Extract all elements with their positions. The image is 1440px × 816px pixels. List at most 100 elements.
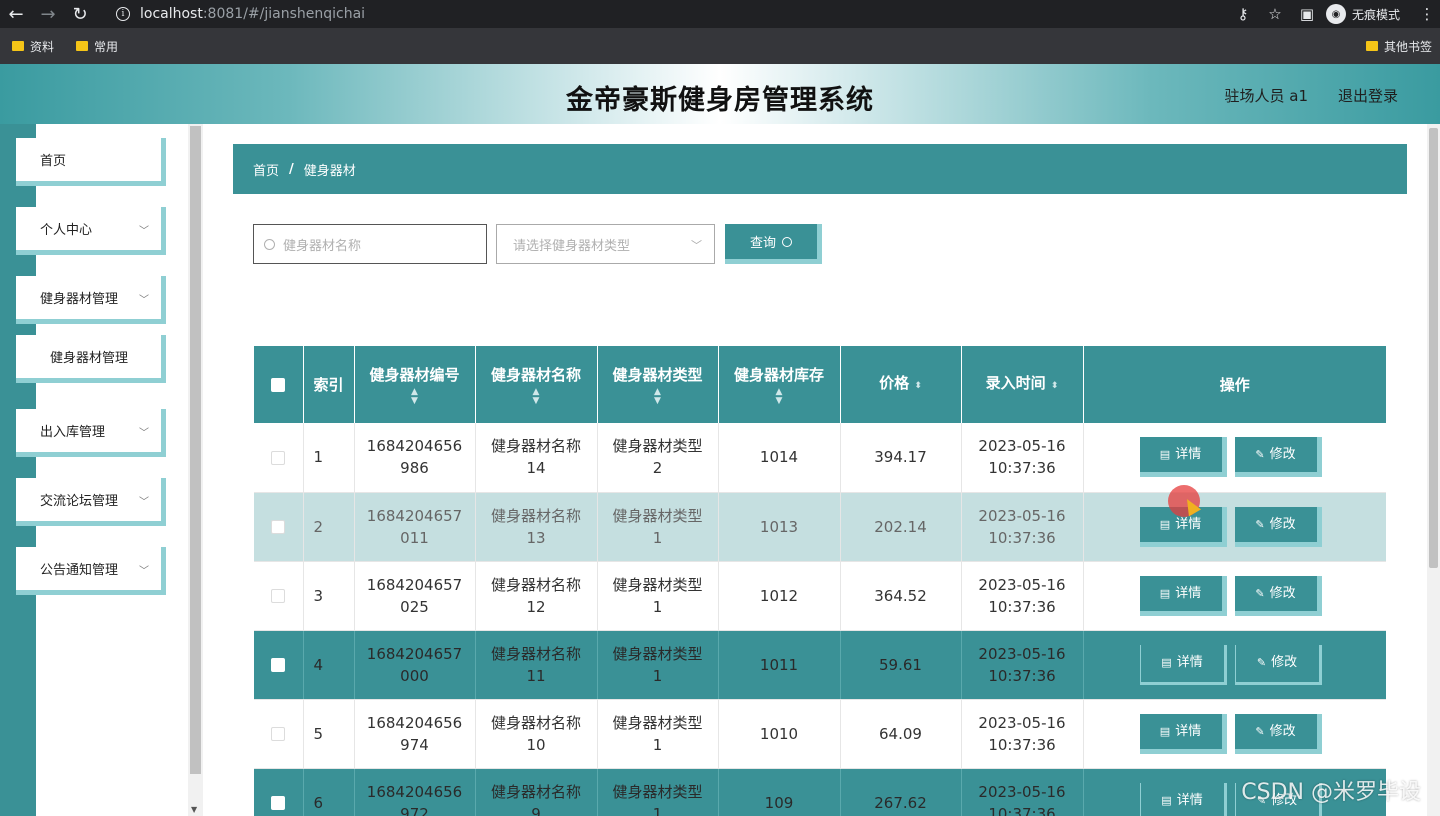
row-stock: 1013 bbox=[718, 492, 841, 562]
table-row[interactable]: 2 1684204657 011 健身器材名称 13 健身器材类型 1 1013 202.14 2… bbox=[254, 492, 1386, 562]
row-actions: ▤ 详情 ✎ 修改 bbox=[1083, 630, 1386, 700]
table-row[interactable]: 3 1684204657 025 健身器材名称 12 健身器材类型 1 1012 364.52 2… bbox=[254, 561, 1386, 631]
sidebar-item-profile[interactable]: 个人中心 ﹀ bbox=[16, 207, 166, 255]
breadcrumb-separator: / bbox=[289, 161, 294, 177]
sidebar-item-notice[interactable]: 公告通知管理 ﹀ bbox=[16, 547, 166, 595]
edit-button[interactable]: ✎ 修改 bbox=[1234, 437, 1322, 478]
row-type-part: 1 bbox=[652, 528, 663, 547]
sort-icon[interactable]: ▲ ▼ bbox=[476, 387, 597, 406]
detail-button[interactable]: ▤ 详情 bbox=[1139, 437, 1227, 478]
sort-icon[interactable]: ⬍ bbox=[914, 381, 922, 391]
row-code-part: 974 bbox=[400, 735, 429, 754]
table-row[interactable]: 5 1684204656 974 健身器材名称 10 健身器材类型 1 1010 64.09 20… bbox=[254, 699, 1386, 769]
sidebar-scrollbar[interactable]: ▼ bbox=[188, 124, 203, 816]
scrollbar-thumb[interactable] bbox=[190, 126, 201, 774]
row-name-part: 11 bbox=[526, 666, 546, 685]
document-icon: ▤ bbox=[1161, 655, 1172, 669]
edit-icon: ✎ bbox=[1255, 586, 1265, 600]
detail-button-label: 详情 bbox=[1175, 723, 1202, 739]
header-code[interactable]: 健身器材编号 ▲ ▼ bbox=[354, 346, 476, 423]
chevron-down-icon: ﹀ bbox=[139, 428, 149, 439]
row-checkbox[interactable] bbox=[271, 658, 286, 672]
scroll-down-icon[interactable]: ▼ bbox=[191, 805, 197, 814]
sidepanel-icon[interactable]: ▣ bbox=[1294, 0, 1320, 28]
sort-icon[interactable]: ▲ ▼ bbox=[719, 387, 840, 406]
menu-icon[interactable]: ⋮ bbox=[1414, 0, 1440, 28]
header-price[interactable]: 价格 ⬍ bbox=[840, 346, 962, 423]
document-icon: ▤ bbox=[1159, 586, 1171, 600]
row-select-cell bbox=[254, 561, 304, 631]
reload-icon[interactable]: ↻ bbox=[64, 0, 96, 28]
sidebar-item-forum[interactable]: 交流论坛管理 ﹀ bbox=[16, 478, 166, 526]
row-time-part: 10:37:36 bbox=[988, 528, 1056, 547]
folder-icon bbox=[1365, 41, 1378, 51]
incognito-badge[interactable]: ◉ 无痕模式 bbox=[1325, 4, 1400, 24]
sort-icon[interactable]: ⬍ bbox=[1051, 381, 1059, 391]
folder-icon bbox=[12, 41, 24, 51]
star-icon[interactable]: ☆ bbox=[1262, 0, 1288, 28]
row-actions: ▤ 详情 ✎ 修改 bbox=[1083, 492, 1386, 562]
row-time-part: 10:37:36 bbox=[988, 735, 1056, 754]
sidebar-item-equipment[interactable]: 健身器材管理 ﹀ bbox=[16, 276, 166, 324]
query-button[interactable]: 查询 bbox=[725, 224, 822, 264]
header-type[interactable]: 健身器材类型 ▲ ▼ bbox=[597, 346, 719, 423]
row-select-cell bbox=[254, 423, 304, 493]
address-bar[interactable]: i localhost:8081/#/jianshenqichai bbox=[108, 2, 1270, 26]
row-code-part: 025 bbox=[400, 597, 429, 616]
sort-icon[interactable]: ▲ ▼ bbox=[355, 387, 475, 406]
bookmark-folder[interactable]: 资料 bbox=[12, 38, 54, 55]
forward-icon[interactable]: → bbox=[32, 0, 64, 28]
sidebar-item-label: 首页 bbox=[40, 154, 67, 169]
row-checkbox[interactable] bbox=[271, 589, 286, 603]
row-name-part: 健身器材名称 bbox=[490, 644, 581, 663]
equipment-table: 索引 健身器材编号 ▲ ▼ 健身器材名称 ▲ ▼ 健身器材类型 ▲ ▼ 健身器材库存 ▲ ▼ 价… bbox=[254, 346, 1386, 816]
edit-button[interactable]: ✎ 修改 bbox=[1234, 506, 1322, 547]
row-checkbox[interactable] bbox=[271, 450, 286, 465]
logout-link[interactable]: 退出登录 bbox=[1338, 85, 1398, 106]
bookmark-folder[interactable]: 常用 bbox=[76, 38, 118, 55]
main-scrollbar[interactable] bbox=[1427, 124, 1440, 816]
table-row[interactable]: 6 1684204656 972 健身器材名称 9 健身器材类型 1 109 267.62 202… bbox=[254, 768, 1386, 816]
table-row[interactable]: 1 1684204656 986 健身器材名称 14 健身器材类型 2 1014 394.17 2… bbox=[254, 423, 1386, 493]
chevron-down-icon: ﹀ bbox=[139, 566, 149, 577]
table-row[interactable]: 4 1684204657 000 健身器材名称 11 健身器材类型 1 1011 59.61 20… bbox=[254, 630, 1386, 700]
edit-button-label: 修改 bbox=[1269, 516, 1296, 532]
row-name-part: 健身器材名称 bbox=[490, 506, 581, 525]
key-icon[interactable]: ⚷ bbox=[1230, 0, 1256, 28]
watermark: CSDN @米罗毕设 bbox=[1241, 780, 1421, 805]
sidebar-item-stock[interactable]: 出入库管理 ﹀ bbox=[16, 409, 166, 457]
row-checkbox[interactable] bbox=[271, 796, 286, 810]
sidebar-item-label: 交流论坛管理 bbox=[40, 494, 119, 509]
sidebar-item-home[interactable]: 首页 bbox=[16, 138, 166, 186]
edit-button[interactable]: ✎ 修改 bbox=[1234, 644, 1322, 685]
header-date[interactable]: 录入时间 ⬍ bbox=[961, 346, 1084, 423]
site-info-icon[interactable]: i bbox=[116, 7, 130, 21]
search-icon bbox=[264, 238, 275, 250]
url-path: :8081/#/jianshenqichai bbox=[202, 6, 366, 22]
sidebar-subitem-equipment[interactable]: 健身器材管理 bbox=[16, 335, 166, 383]
header-name[interactable]: 健身器材名称 ▲ ▼ bbox=[475, 346, 598, 423]
header-stock[interactable]: 健身器材库存 ▲ ▼ bbox=[718, 346, 841, 423]
sort-icon[interactable]: ▲ ▼ bbox=[598, 387, 718, 406]
edit-button[interactable]: ✎ 修改 bbox=[1234, 713, 1322, 754]
document-icon: ▤ bbox=[1159, 724, 1171, 738]
row-name-part: 10 bbox=[526, 735, 546, 754]
detail-button[interactable]: ▤ 详情 bbox=[1139, 575, 1227, 616]
detail-button[interactable]: ▤ 详情 bbox=[1139, 644, 1227, 685]
back-icon[interactable]: ← bbox=[0, 0, 32, 28]
edit-button[interactable]: ✎ 修改 bbox=[1234, 575, 1322, 616]
other-bookmarks-label: 其他书签 bbox=[1383, 39, 1432, 54]
equipment-name-input[interactable]: 健身器材名称 bbox=[253, 224, 487, 264]
scrollbar-thumb[interactable] bbox=[1429, 128, 1438, 568]
row-code-part: 972 bbox=[400, 804, 429, 816]
breadcrumb-home[interactable]: 首页 bbox=[253, 160, 279, 179]
row-checkbox[interactable] bbox=[271, 727, 286, 741]
other-bookmarks[interactable]: 其他书签 bbox=[1365, 28, 1432, 64]
edit-button-label: 修改 bbox=[1269, 447, 1296, 463]
equipment-type-select[interactable]: 请选择健身器材类型 ﹀ bbox=[496, 224, 715, 264]
select-all-checkbox[interactable] bbox=[271, 378, 286, 392]
row-price: 364.52 bbox=[840, 561, 962, 631]
detail-button[interactable]: ▤ 详情 bbox=[1139, 782, 1227, 816]
row-checkbox[interactable] bbox=[271, 520, 286, 534]
detail-button[interactable]: ▤ 详情 bbox=[1139, 713, 1227, 754]
